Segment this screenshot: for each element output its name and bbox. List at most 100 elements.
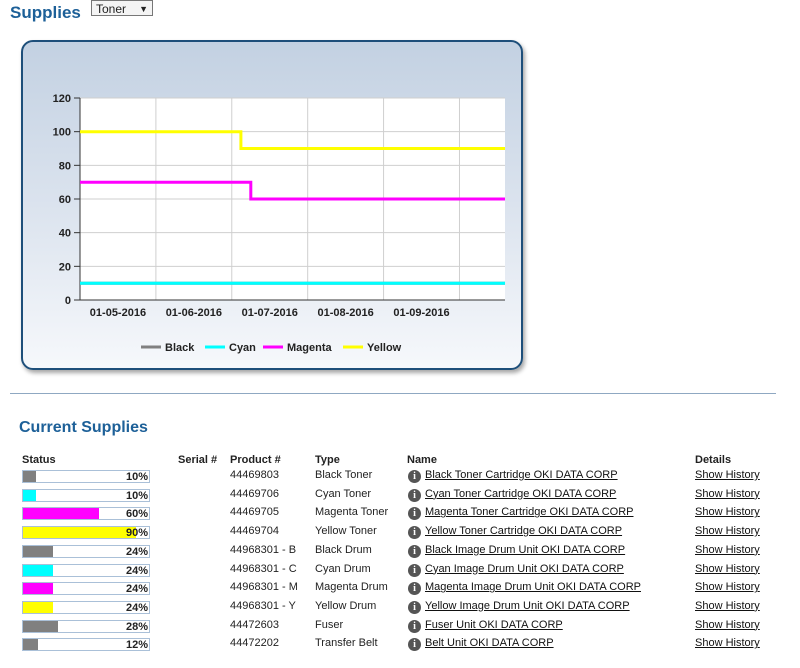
x-tick-label: 01-05-2016 xyxy=(90,307,146,319)
product-number: 44968301 - Y xyxy=(230,599,296,612)
status-fill xyxy=(23,471,36,482)
show-history-link[interactable]: Show History xyxy=(695,469,760,481)
table-row: 24% 44968301 - B Black Drum i Black Image Dr… xyxy=(0,542,800,561)
show-history-link[interactable]: Show History xyxy=(695,525,760,537)
table-row: 10% 44469706 Cyan Toner i Cyan Toner Cartrid… xyxy=(0,486,800,505)
status-percent: 10% xyxy=(125,471,148,483)
show-history-link[interactable]: Show History xyxy=(695,506,760,518)
status-bar: 12% xyxy=(22,638,150,652)
status-percent: 24% xyxy=(125,545,148,558)
supply-type: Yellow Drum xyxy=(315,599,377,612)
status-fill xyxy=(23,489,36,501)
supply-name-link[interactable]: Magenta Toner Cartridge OKI DATA CORP xyxy=(425,506,633,518)
x-tick-label: 01-08-2016 xyxy=(317,307,373,319)
table-row: 24% 44968301 - Y Yellow Drum i Yellow Image … xyxy=(0,598,800,617)
legend-label: Yellow xyxy=(367,342,402,354)
section-divider xyxy=(10,393,776,394)
product-number: 44968301 - C xyxy=(230,562,297,575)
info-icon[interactable]: i xyxy=(408,600,421,614)
status-bar: 90% xyxy=(22,526,150,540)
show-history-link[interactable]: Show History xyxy=(695,563,760,575)
legend-label: Cyan xyxy=(229,342,256,354)
table-row: 12% 44472202 Transfer Belt i Belt Unit OKI D… xyxy=(0,635,800,654)
status-percent: 28% xyxy=(125,620,148,633)
show-history-link[interactable]: Show History xyxy=(695,600,760,612)
product-number: 44472202 xyxy=(230,637,279,650)
supplies-chart-panel: 0 20 40 60 80 100 120 01-05-2016 01-06-2016 01-07… xyxy=(21,40,523,370)
supply-name-link[interactable]: Cyan Image Drum Unit OKI DATA CORP xyxy=(425,563,624,575)
supply-type: Transfer Belt xyxy=(315,637,378,650)
status-bar: 24% xyxy=(22,563,150,577)
info-icon[interactable]: i xyxy=(408,470,421,483)
info-icon[interactable]: i xyxy=(408,582,421,596)
select-value: Toner xyxy=(96,2,127,16)
supply-name-link[interactable]: Yellow Toner Cartridge OKI DATA CORP xyxy=(425,525,622,537)
product-number: 44469705 xyxy=(230,506,279,519)
product-number: 44472603 xyxy=(230,618,279,631)
status-fill xyxy=(23,639,39,651)
status-percent: 24% xyxy=(125,583,148,596)
status-percent: 24% xyxy=(125,601,148,614)
col-serial-header: Serial # xyxy=(178,454,218,466)
info-icon[interactable]: i xyxy=(408,507,421,521)
product-number: 44469704 xyxy=(230,525,279,538)
y-tick-label: 120 xyxy=(53,93,71,105)
page-title: Supplies xyxy=(10,3,81,22)
legend-label: Black xyxy=(165,342,195,354)
status-percent: 10% xyxy=(125,489,148,502)
col-details-header: Details xyxy=(695,454,732,466)
supply-type: Black Toner xyxy=(315,469,373,481)
supply-name-link[interactable]: Belt Unit OKI DATA CORP xyxy=(425,637,554,649)
status-bar: 24% xyxy=(22,544,150,558)
status-fill xyxy=(23,620,59,632)
supply-name-link[interactable]: Black Image Drum Unit OKI DATA CORP xyxy=(425,544,625,556)
supply-type: Yellow Toner xyxy=(315,525,377,538)
supply-type: Cyan Drum xyxy=(315,562,371,575)
dropdown-arrow-icon: ▼ xyxy=(139,4,148,14)
info-icon[interactable]: i xyxy=(408,619,421,633)
table-row: 90% 44469704 Yellow Toner i Yellow Toner Car… xyxy=(0,523,800,542)
supply-type: Black Drum xyxy=(315,543,372,556)
table-row: 60% 44469705 Magenta Toner i Magenta Toner C… xyxy=(0,504,800,523)
x-tick-label: 01-09-2016 xyxy=(393,307,449,319)
info-icon[interactable]: i xyxy=(408,526,421,540)
supply-type: Fuser xyxy=(315,618,344,631)
status-fill xyxy=(23,545,54,557)
status-bar: 24% xyxy=(22,582,150,596)
supply-type: Cyan Toner xyxy=(315,487,372,500)
supply-name-link[interactable]: Magenta Image Drum Unit OKI DATA CORP xyxy=(425,581,641,593)
supplies-line-chart: 0 20 40 60 80 100 120 01-05-2016 01-06-2016 01-07… xyxy=(53,93,505,354)
table-row: 24% 44968301 - C Cyan Drum i Cyan Image Drum… xyxy=(0,561,800,580)
col-status-header: Status xyxy=(22,454,56,466)
status-percent: 24% xyxy=(125,564,148,577)
info-icon[interactable]: i xyxy=(408,544,421,558)
table-row: 28% 44472603 Fuser i Fuser Unit OKI DATA COR… xyxy=(0,617,800,636)
show-history-link[interactable]: Show History xyxy=(695,637,760,649)
show-history-link[interactable]: Show History xyxy=(695,581,760,593)
product-number: 44968301 - B xyxy=(230,543,297,556)
show-history-link[interactable]: Show History xyxy=(695,619,760,631)
product-number: 44469706 xyxy=(230,487,279,500)
info-icon[interactable]: i xyxy=(408,563,421,577)
status-bar: 24% xyxy=(22,600,150,614)
supply-name-link[interactable]: Yellow Image Drum Unit OKI DATA CORP xyxy=(425,600,630,612)
product-number: 44968301 - M xyxy=(230,581,298,594)
supply-name-link[interactable]: Fuser Unit OKI DATA CORP xyxy=(425,619,563,631)
status-bar: 60% xyxy=(22,507,150,521)
status-fill xyxy=(23,527,137,539)
y-tick-label: 40 xyxy=(59,228,71,240)
show-history-link[interactable]: Show History xyxy=(695,488,760,500)
info-icon[interactable]: i xyxy=(408,638,421,652)
supply-name-link[interactable]: Black Toner Cartridge OKI DATA CORP xyxy=(425,469,618,481)
info-icon[interactable]: i xyxy=(408,488,421,502)
supply-type-select[interactable]: Toner ▼ xyxy=(91,0,153,16)
status-fill xyxy=(23,601,54,613)
table-row: 10% 44469803 Black Toner i Black Toner Cartr… xyxy=(0,467,800,486)
y-tick-label: 0 xyxy=(65,295,71,307)
supply-name-link[interactable]: Cyan Toner Cartridge OKI DATA CORP xyxy=(425,488,616,500)
show-history-link[interactable]: Show History xyxy=(695,544,760,556)
y-tick-label: 60 xyxy=(59,194,71,206)
product-number: 44469803 xyxy=(230,469,279,481)
status-percent: 60% xyxy=(125,508,148,521)
table-row: 24% 44968301 - M Magenta Drum i Magenta Imag… xyxy=(0,579,800,598)
